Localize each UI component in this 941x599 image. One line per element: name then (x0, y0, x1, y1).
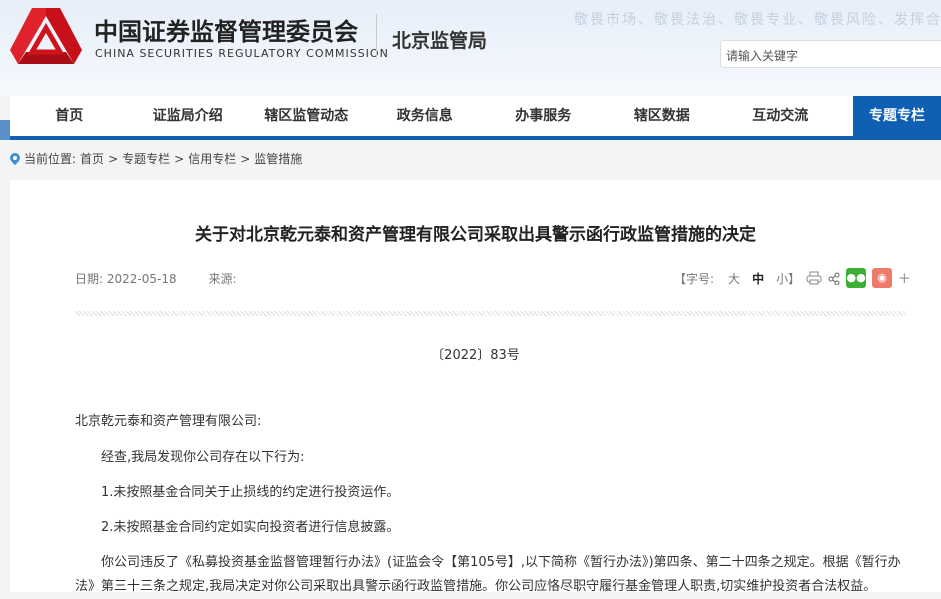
article-tools: 【字号: 大 中 小】 ●● ◉ + (674, 268, 911, 288)
main-nav: 首页 证监局介绍 辖区监管动态 政务信息 办事服务 辖区数据 互动交流 专题专栏 (10, 96, 941, 140)
nav-intro[interactable]: 证监局介绍 (129, 96, 248, 136)
nav-data[interactable]: 辖区数据 (603, 96, 722, 136)
source-label: 来源: (208, 272, 237, 286)
divider (75, 311, 907, 316)
slogan: 敬畏市场、敬畏法治、敬畏专业、敬畏风险、发挥合 (574, 12, 941, 28)
breadcrumb-label: 当前位置: (24, 152, 77, 166)
print-icon[interactable] (806, 271, 822, 285)
date-label: 日期: 2022-05-18 (75, 272, 191, 286)
article-title: 关于对北京乾元泰和资产管理有限公司采取出具警示函行政监管措施的决定 (195, 225, 756, 245)
font-size-label: 【字号: (674, 271, 715, 286)
nav-news[interactable]: 辖区监管动态 (247, 96, 366, 136)
decor-strip (0, 120, 10, 140)
date-label-text: 日期: (75, 272, 104, 286)
weibo-icon[interactable]: ◉ (872, 268, 893, 288)
search-input[interactable]: 请输入关键字 (720, 40, 941, 68)
article: 关于对北京乾元泰和资产管理有限公司采取出具警示函行政监管措施的决定 日期: 20… (10, 180, 941, 594)
addressee: 北京乾元泰和资产管理有限公司: (75, 414, 262, 429)
breadcrumb-home[interactable]: 首页 (80, 150, 104, 167)
paragraph: 经查,我局发现你公司存在以下行为: (101, 450, 305, 465)
breadcrumb-sep: > (240, 151, 251, 166)
breadcrumb-measures[interactable]: 监管措施 (254, 150, 302, 167)
bureau-name: 北京监管局 (392, 30, 488, 52)
more-share-icon[interactable]: + (898, 269, 911, 287)
org-name-en: CHINA SECURITIES REGULATORY COMMISSION (95, 47, 389, 60)
nav-interaction[interactable]: 互动交流 (721, 96, 840, 136)
wechat-icon[interactable]: ●● (846, 268, 867, 288)
site-header: 中国证券监督管理委员会 CHINA SECURITIES REGULATORY … (0, 0, 941, 96)
font-small[interactable]: 小】 (776, 270, 800, 287)
paragraph: 2.未按照基金合同约定如实向投资者进行信息披露。 (101, 520, 400, 535)
breadcrumb-sep: > (108, 151, 119, 166)
breadcrumb-special[interactable]: 专题专栏 (122, 150, 170, 167)
nav-home[interactable]: 首页 (10, 96, 129, 136)
nav-gov-info[interactable]: 政务信息 (366, 96, 485, 136)
nav-special[interactable]: 专题专栏 (853, 96, 941, 140)
share-icon[interactable] (828, 272, 840, 285)
font-medium[interactable]: 中 (752, 270, 764, 287)
breadcrumb-sep: > (174, 151, 185, 166)
font-large[interactable]: 大 (728, 270, 740, 287)
location-pin-icon (10, 152, 20, 165)
document-number: 〔2022〕83号 (431, 348, 520, 363)
breadcrumb: 当前位置: 首页 > 专题专栏 > 信用专栏 > 监管措施 (10, 150, 302, 167)
csrc-logo[interactable] (10, 6, 82, 68)
breadcrumb-credit[interactable]: 信用专栏 (188, 150, 236, 167)
paragraph: 1.未按照基金合同关于止损线的约定进行投资运作。 (101, 485, 400, 500)
divider (376, 14, 377, 58)
article-meta: 日期: 2022-05-18 来源: (75, 270, 251, 287)
date-value: 2022-05-18 (106, 272, 177, 286)
nav-services[interactable]: 办事服务 (484, 96, 603, 136)
org-name-cn: 中国证券监督管理委员会 (94, 18, 358, 46)
